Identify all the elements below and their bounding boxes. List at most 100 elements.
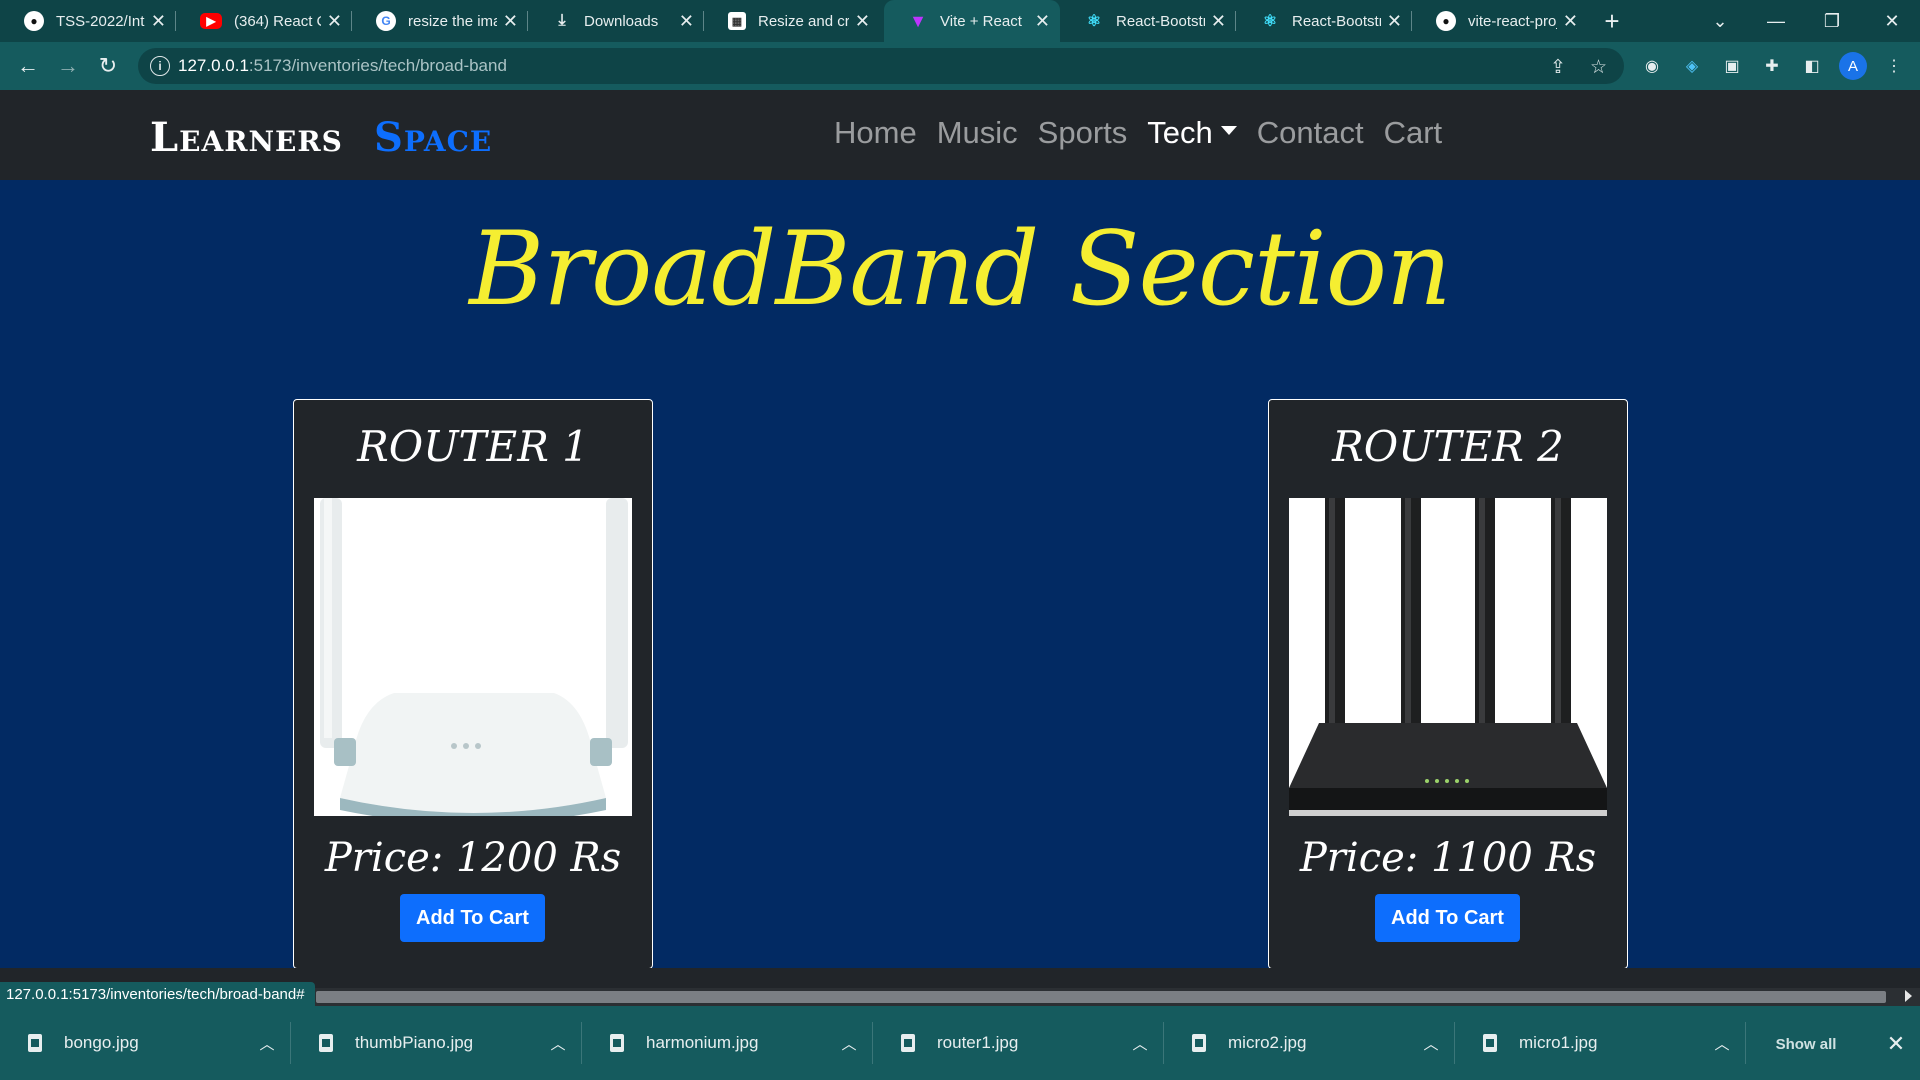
tab-react-bootstrap-1[interactable]: ⚛ React-Bootstra ✕ bbox=[1060, 0, 1236, 42]
nav-links: Home Music Sports Tech Contact Cart bbox=[834, 115, 1462, 151]
chevron-up-icon[interactable]: ︿ bbox=[1698, 1033, 1746, 1054]
kebab-menu-icon[interactable]: ⋮ bbox=[1882, 54, 1906, 78]
download-item[interactable]: micro1.jpg ︿ bbox=[1455, 1006, 1746, 1080]
brand-learners[interactable]: Learners bbox=[150, 114, 343, 161]
url-host: 127.0.0.1 bbox=[178, 56, 249, 75]
tab-title: Downloads bbox=[584, 12, 659, 30]
download-filename: micro1.jpg bbox=[1519, 1033, 1598, 1052]
close-icon[interactable]: ✕ bbox=[855, 11, 870, 32]
file-icon bbox=[28, 1034, 42, 1052]
add-to-cart-button[interactable]: Add To Cart bbox=[1375, 894, 1520, 942]
back-arrow-icon[interactable]: ← bbox=[12, 50, 44, 82]
tab-search-chevron-icon[interactable]: ⌄ bbox=[1692, 0, 1748, 42]
browser-tab-strip: ● TSS-2022/Intr ✕ ▶ (364) React Cu ✕ G r… bbox=[0, 0, 1920, 42]
download-item[interactable]: bongo.jpg ︿ bbox=[0, 1006, 291, 1080]
scroll-right-arrow-icon[interactable] bbox=[1905, 990, 1912, 1002]
address-bar[interactable]: i 127.0.0.1:5173/inventories/tech/broad-… bbox=[138, 48, 1624, 84]
bookmark-star-icon[interactable]: ☆ bbox=[1590, 56, 1607, 79]
site-navbar: Learners Space Home Music Sports Tech Co… bbox=[0, 90, 1920, 180]
url-text[interactable]: 127.0.0.1:5173/inventories/tech/broad-ba… bbox=[178, 56, 507, 76]
nav-home[interactable]: Home bbox=[834, 115, 917, 151]
download-divider bbox=[1745, 1022, 1746, 1064]
extension-glasses-icon[interactable]: ◉ bbox=[1640, 54, 1664, 78]
image-tool-icon: ▦ bbox=[728, 12, 746, 30]
extension-screen-icon[interactable]: ▣ bbox=[1720, 54, 1744, 78]
url-path: :5173/inventories/tech/broad-band bbox=[248, 56, 507, 75]
minimize-icon[interactable]: — bbox=[1748, 0, 1804, 42]
new-tab-button[interactable]: + bbox=[1598, 0, 1626, 42]
tab-title: vite-react-proj bbox=[1468, 12, 1557, 30]
file-icon bbox=[319, 1034, 333, 1052]
close-icon[interactable]: ✕ bbox=[327, 11, 342, 32]
site-info-icon[interactable]: i bbox=[150, 56, 170, 76]
youtube-icon: ▶ bbox=[200, 13, 222, 29]
tab-youtube[interactable]: ▶ (364) React Cu ✕ bbox=[176, 0, 352, 42]
router-1-image bbox=[314, 498, 632, 816]
tab-react-bootstrap-2[interactable]: ⚛ React-Bootstr ✕ bbox=[1236, 0, 1412, 42]
download-icon: ⤓ bbox=[558, 12, 566, 29]
download-item[interactable]: micro2.jpg ︿ bbox=[1164, 1006, 1455, 1080]
extension-translate-icon[interactable]: ◈ bbox=[1680, 54, 1704, 78]
file-icon bbox=[1192, 1034, 1206, 1052]
github-icon: ● bbox=[1436, 11, 1456, 31]
close-shelf-icon[interactable]: ✕ bbox=[1880, 1028, 1912, 1060]
chevron-up-icon[interactable]: ︿ bbox=[825, 1033, 873, 1054]
close-icon[interactable]: ✕ bbox=[1563, 11, 1578, 32]
file-icon bbox=[610, 1034, 624, 1052]
link-status-bubble: 127.0.0.1:5173/inventories/tech/broad-ba… bbox=[0, 982, 315, 1006]
download-filename: thumbPiano.jpg bbox=[355, 1033, 474, 1052]
brand-space[interactable]: Space bbox=[374, 114, 492, 161]
close-icon[interactable]: ✕ bbox=[1035, 11, 1050, 32]
window-close-icon[interactable]: ✕ bbox=[1864, 0, 1920, 42]
scrollbar-thumb[interactable] bbox=[316, 991, 1886, 1003]
product-card-router-1: ROUTER 1 Price: 1200 Rs Add To Cart bbox=[293, 399, 653, 969]
tab-downloads[interactable]: ⤓ Downloads ✕ bbox=[528, 0, 704, 42]
file-icon bbox=[1483, 1034, 1497, 1052]
close-icon[interactable]: ✕ bbox=[1387, 11, 1402, 32]
profile-avatar[interactable]: A bbox=[1839, 52, 1867, 80]
nav-contact[interactable]: Contact bbox=[1257, 115, 1364, 151]
download-item[interactable]: thumbPiano.jpg ︿ bbox=[291, 1006, 582, 1080]
product-price: Price: 1100 Rs bbox=[1299, 835, 1597, 881]
close-icon[interactable]: ✕ bbox=[679, 11, 694, 32]
product-name: ROUTER 1 bbox=[357, 422, 589, 471]
download-shelf: bongo.jpg ︿ thumbPiano.jpg ︿ harmonium.j… bbox=[0, 1006, 1920, 1080]
tab-vite-react-project[interactable]: ● vite-react-proj ✕ bbox=[1412, 0, 1588, 42]
download-filename: router1.jpg bbox=[937, 1033, 1019, 1052]
tab-tss-2022[interactable]: ● TSS-2022/Intr ✕ bbox=[0, 0, 176, 42]
nav-sports[interactable]: Sports bbox=[1038, 115, 1128, 151]
react-bootstrap-icon: ⚛ bbox=[1086, 13, 1102, 30]
chevron-up-icon[interactable]: ︿ bbox=[1407, 1033, 1455, 1054]
nav-tech-dropdown[interactable]: Tech bbox=[1147, 115, 1237, 151]
chevron-up-icon[interactable]: ︿ bbox=[1116, 1033, 1164, 1054]
github-icon: ● bbox=[24, 11, 44, 31]
close-icon[interactable]: ✕ bbox=[1211, 11, 1226, 32]
reload-icon[interactable]: ↻ bbox=[92, 50, 124, 82]
tab-vite-react[interactable]: ▼ Vite + React ✕ bbox=[884, 0, 1060, 42]
chevron-up-icon[interactable]: ︿ bbox=[534, 1033, 582, 1054]
google-icon: G bbox=[376, 11, 396, 31]
chevron-up-icon[interactable]: ︿ bbox=[243, 1033, 291, 1054]
download-item[interactable]: router1.jpg ︿ bbox=[873, 1006, 1164, 1080]
extensions-puzzle-icon[interactable]: ✚ bbox=[1760, 54, 1784, 78]
forward-arrow-icon[interactable]: → bbox=[52, 50, 84, 82]
show-all-downloads-button[interactable]: Show all bbox=[1756, 1028, 1856, 1060]
download-item[interactable]: harmonium.jpg ︿ bbox=[582, 1006, 873, 1080]
side-panel-icon[interactable]: ◧ bbox=[1800, 54, 1824, 78]
close-icon[interactable]: ✕ bbox=[151, 11, 166, 32]
product-name: ROUTER 2 bbox=[1332, 422, 1564, 471]
restore-icon[interactable]: ❐ bbox=[1804, 0, 1860, 42]
nav-music[interactable]: Music bbox=[937, 115, 1018, 151]
page-title: BroadBand Section bbox=[469, 210, 1451, 329]
close-icon[interactable]: ✕ bbox=[503, 11, 518, 32]
tab-google-search[interactable]: G resize the ima ✕ bbox=[352, 0, 528, 42]
tab-title: TSS-2022/Intr bbox=[56, 12, 145, 30]
download-filename: harmonium.jpg bbox=[646, 1033, 759, 1052]
tab-title: resize the ima bbox=[408, 12, 497, 30]
tab-title: Resize and cro bbox=[758, 12, 849, 30]
tab-resize-and-crop[interactable]: ▦ Resize and cro ✕ bbox=[704, 0, 880, 42]
download-filename: bongo.jpg bbox=[64, 1033, 139, 1052]
share-icon[interactable]: ⇪ bbox=[1550, 56, 1566, 79]
add-to-cart-button[interactable]: Add To Cart bbox=[400, 894, 545, 942]
nav-cart[interactable]: Cart bbox=[1384, 115, 1443, 151]
